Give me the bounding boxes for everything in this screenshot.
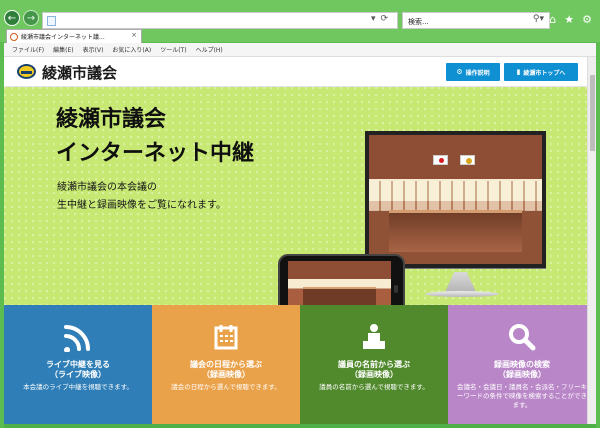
schedule-tile-title: 議会の日程から選ぶ （録画映像）: [190, 360, 262, 379]
favorites-icon[interactable]: ★: [564, 13, 574, 26]
video-search-tile[interactable]: 録画映像の検索 （録画映像） 会議名・会議日・議員名・会派名・フリーキーワードの…: [448, 305, 596, 424]
search-tile-description: 会議名・会議日・議員名・会派名・フリーキーワードの条件で映像を検索することができ…: [457, 383, 587, 409]
settings-icon[interactable]: ⚙: [582, 13, 592, 26]
forward-button[interactable]: →: [23, 10, 39, 26]
schedule-tile[interactable]: 議会の日程から選ぶ （録画映像） 議会の日程から選んで視聴できます。: [152, 305, 300, 424]
operation-guide-label: 操作説明: [465, 69, 490, 77]
active-tab[interactable]: 綾瀬市議会インターネット議... ×: [6, 29, 142, 43]
home-icon[interactable]: ⌂: [549, 13, 556, 26]
monitor-image: [365, 131, 546, 268]
search-icon[interactable]: ⚲▾: [533, 14, 544, 24]
browser-action-icons[interactable]: ⌂ ★ ⚙: [549, 13, 592, 26]
service-tiles: ライブ中継を見る （ライブ映像） 本会議のライブ中継を視聴できます。 議会の日程…: [4, 305, 596, 424]
menu-view[interactable]: 表示(V): [83, 45, 104, 54]
menu-favorites[interactable]: お気に入り(A): [112, 45, 151, 54]
live-tile-title: ライブ中継を見る （ライブ映像）: [46, 360, 110, 379]
phone-button: [394, 285, 398, 293]
hero-description: 綾瀬市議会の本会議の 生中継と録画映像をご覧になれます。: [57, 182, 226, 211]
window-bottom-border: [4, 424, 596, 428]
back-button[interactable]: ←: [4, 10, 20, 26]
search-tile-title: 録画映像の検索 （録画映像）: [494, 360, 550, 379]
page-icon: [47, 16, 56, 26]
scrollbar-thumb[interactable]: [590, 75, 595, 151]
assembly-hall-image: [369, 135, 542, 264]
menu-file[interactable]: ファイル(F): [12, 45, 44, 54]
member-tile-description: 議員の名前から選んで視聴できます。: [319, 383, 429, 391]
menu-help[interactable]: ヘルプ(H): [196, 45, 223, 54]
menu-tools[interactable]: ツール(T): [160, 45, 186, 54]
city-top-button[interactable]: ▮ 綾瀬市トップへ: [504, 63, 578, 81]
live-tile-description: 本会議のライブ中継を視聴できます。: [23, 383, 133, 391]
monitor-base: [425, 291, 499, 297]
close-icon[interactable]: ×: [131, 31, 137, 39]
gear-icon: ⚙: [456, 68, 463, 76]
vertical-scrollbar[interactable]: [587, 57, 596, 424]
city-top-label: 綾瀬市トップへ: [523, 69, 566, 77]
speaker-icon: [359, 322, 389, 358]
address-bar[interactable]: ▾⟳: [42, 12, 398, 29]
member-tile-title: 議員の名前から選ぶ （録画映像）: [338, 360, 410, 379]
site-tab-icon: [10, 32, 18, 41]
search-icon: [507, 322, 537, 358]
menu-bar: ファイル(F) 編集(E) 表示(V) お気に入り(A) ツール(T) ヘルプ(…: [4, 43, 596, 57]
member-tile[interactable]: 議員の名前から選ぶ （録画映像） 議員の名前から選んで視聴できます。: [300, 305, 448, 424]
schedule-tile-description: 議会の日程から選んで視聴できます。: [171, 383, 281, 391]
web-page: 綾瀬市議会 ⚙ 操作説明 ▮ 綾瀬市トップへ 綾瀬市議会 インターネット中継 綾…: [4, 57, 596, 424]
calendar-icon: [211, 322, 241, 358]
japan-flag-icon: [433, 155, 448, 165]
search-box[interactable]: 検索... ⚲▾: [402, 12, 550, 29]
city-flag-icon: [460, 155, 475, 165]
chart-icon: ▮: [516, 68, 521, 76]
live-broadcast-tile[interactable]: ライブ中継を見る （ライブ映像） 本会議のライブ中継を視聴できます。: [4, 305, 152, 424]
operation-guide-button[interactable]: ⚙ 操作説明: [446, 63, 500, 81]
browser-window: ← → ▾⟳ 検索... ⚲▾ ⌂ ★ ⚙ 綾瀬市議会インターネット議... ×…: [0, 0, 600, 428]
browser-toolbar: ← → ▾⟳ 検索... ⚲▾ ⌂ ★ ⚙ 綾瀬市議会インターネット議... ×: [0, 0, 600, 43]
monitor-stand: [445, 272, 476, 292]
hero-title: 綾瀬市議会 インターネット中継: [56, 107, 255, 166]
site-title[interactable]: 綾瀬市議会: [42, 62, 117, 83]
site-header: 綾瀬市議会 ⚙ 操作説明 ▮ 綾瀬市トップへ: [4, 57, 596, 87]
menu-edit[interactable]: 編集(E): [53, 45, 73, 54]
broadcast-icon: [62, 322, 94, 358]
search-label: 検索...: [408, 18, 429, 26]
hero-banner: 綾瀬市議会 インターネット中継 綾瀬市議会の本会議の 生中継と録画映像をご覧にな…: [4, 87, 596, 321]
tab-title: 綾瀬市議会インターネット議...: [21, 34, 105, 41]
city-emblem-icon: [17, 64, 36, 79]
address-tools-icons[interactable]: ▾⟳: [371, 14, 393, 24]
